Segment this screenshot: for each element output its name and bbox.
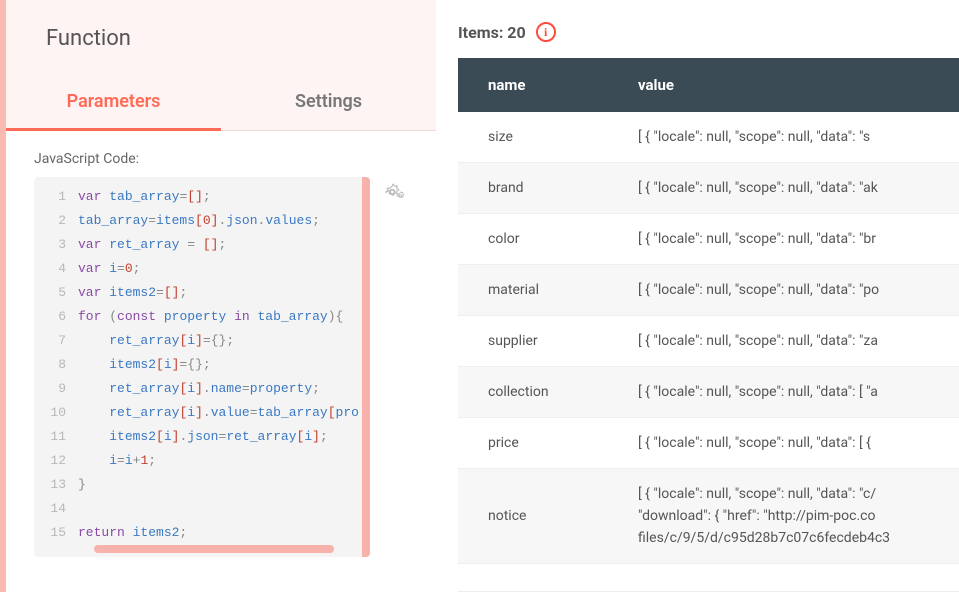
table-row[interactable]: price[ { "locale": null, "scope": null, … bbox=[458, 418, 959, 469]
line-number: 5 bbox=[34, 281, 78, 305]
code-content: var items2=[]; bbox=[78, 281, 187, 305]
code-line: 15return items2; bbox=[34, 521, 362, 545]
code-line: 2tab_array=items[0].json.values; bbox=[34, 209, 362, 233]
line-number: 11 bbox=[34, 425, 78, 449]
code-content: ret_array[i].name=property; bbox=[78, 377, 320, 401]
table-body: size[ { "locale": null, "scope": null, "… bbox=[458, 112, 959, 592]
code-content: items2[i].json=ret_array[i]; bbox=[78, 425, 328, 449]
code-content: tab_array=items[0].json.values; bbox=[78, 209, 320, 233]
code-content: items2[i]={}; bbox=[78, 353, 211, 377]
panel-title: Function bbox=[6, 0, 436, 73]
table-row[interactable]: material[ { "locale": null, "scope": nul… bbox=[458, 265, 959, 316]
code-line: 6for (const property in tab_array){ bbox=[34, 305, 362, 329]
col-header-value[interactable]: value bbox=[628, 58, 959, 112]
code-editor[interactable]: 1var tab_array=[];2tab_array=items[0].js… bbox=[34, 177, 370, 557]
line-number: 7 bbox=[34, 329, 78, 353]
code-line: 13} bbox=[34, 473, 362, 497]
cell-value: [ { "locale": null, "scope": null, "data… bbox=[628, 166, 959, 210]
code-content: return items2; bbox=[78, 521, 187, 545]
code-line: 14 bbox=[34, 497, 362, 521]
line-number: 6 bbox=[34, 305, 78, 329]
table-row[interactable]: color[ { "locale": null, "scope": null, … bbox=[458, 214, 959, 265]
code-line: 8 items2[i]={}; bbox=[34, 353, 362, 377]
cell-name: material bbox=[458, 268, 628, 312]
code-line: 12 i=i+1; bbox=[34, 449, 362, 473]
config-panel: Function Parameters Settings JavaScript … bbox=[6, 0, 436, 592]
cell-name: brand bbox=[458, 166, 628, 210]
code-line: 9 ret_array[i].name=property; bbox=[34, 377, 362, 401]
table-row[interactable]: supplier[ { "locale": null, "scope": nul… bbox=[458, 316, 959, 367]
code-line: 11 items2[i].json=ret_array[i]; bbox=[34, 425, 362, 449]
cell-value: [ { "locale": null, "scope": null, "data… bbox=[628, 421, 959, 465]
cell-value: [ { "locale": null, "scope": null, "data… bbox=[628, 319, 959, 363]
cell-name: supplier bbox=[458, 319, 628, 363]
line-number: 12 bbox=[34, 449, 78, 473]
output-panel: Items: 20 i name value size[ { "locale":… bbox=[436, 0, 959, 592]
col-header-name[interactable]: name bbox=[458, 58, 628, 112]
cell-value: [ { "locale": null, "scope": null, "data… bbox=[628, 217, 959, 261]
tab-parameters[interactable]: Parameters bbox=[6, 73, 221, 130]
code-field-label: JavaScript Code: bbox=[34, 151, 436, 167]
config-tabs: Parameters Settings bbox=[6, 73, 436, 131]
table-row[interactable]: size[ { "locale": null, "scope": null, "… bbox=[458, 112, 959, 163]
code-content: ret_array[i]={}; bbox=[78, 329, 234, 353]
line-number: 14 bbox=[34, 497, 78, 521]
code-line: 7 ret_array[i]={}; bbox=[34, 329, 362, 353]
code-line: 5var items2=[]; bbox=[34, 281, 362, 305]
line-number: 2 bbox=[34, 209, 78, 233]
cell-value: [ { "locale": null, "scope": null, "data… bbox=[628, 370, 959, 414]
code-content: var tab_array=[]; bbox=[78, 185, 211, 209]
cell-name: notice bbox=[458, 494, 628, 538]
table-row[interactable]: notice[ { "locale": null, "scope": null,… bbox=[458, 469, 959, 564]
line-number: 4 bbox=[34, 257, 78, 281]
cell-value: [ { "locale": null, "scope": null, "data… bbox=[628, 469, 959, 563]
cell-name: collection bbox=[458, 370, 628, 414]
code-line: 3var ret_array = []; bbox=[34, 233, 362, 257]
cell-value: [ { "locale": null, "scope": null, "data… bbox=[628, 115, 959, 159]
code-content: var i=0; bbox=[78, 257, 140, 281]
table-row[interactable]: collection[ { "locale": null, "scope": n… bbox=[458, 367, 959, 418]
line-number: 10 bbox=[34, 401, 78, 425]
table-row[interactable]: brand[ { "locale": null, "scope": null, … bbox=[458, 163, 959, 214]
code-content: ret_array[i].value=tab_array[pro bbox=[78, 401, 359, 425]
line-number: 8 bbox=[34, 353, 78, 377]
cell-name: color bbox=[458, 217, 628, 261]
gears-icon[interactable] bbox=[384, 183, 406, 201]
line-number: 9 bbox=[34, 377, 78, 401]
line-number: 3 bbox=[34, 233, 78, 257]
code-content: i=i+1; bbox=[78, 449, 156, 473]
code-line: 4var i=0; bbox=[34, 257, 362, 281]
line-number: 15 bbox=[34, 521, 78, 545]
code-content: for (const property in tab_array){ bbox=[78, 305, 343, 329]
items-count: 20 bbox=[507, 23, 525, 42]
code-content: var ret_array = []; bbox=[78, 233, 226, 257]
alert-icon[interactable]: i bbox=[536, 22, 556, 42]
horizontal-scrollbar[interactable] bbox=[94, 545, 334, 553]
cell-value: [ { "locale": null, "scope": null, "data… bbox=[628, 268, 959, 312]
items-label: Items: bbox=[458, 23, 503, 42]
tab-settings[interactable]: Settings bbox=[221, 73, 436, 130]
line-number: 1 bbox=[34, 185, 78, 209]
cell-name: price bbox=[458, 421, 628, 465]
line-number: 13 bbox=[34, 473, 78, 497]
table-header: name value bbox=[458, 58, 959, 112]
code-content: } bbox=[78, 473, 86, 497]
cell-name: size bbox=[458, 115, 628, 159]
items-header: Items: 20 i bbox=[458, 22, 959, 58]
code-line: 10 ret_array[i].value=tab_array[pro bbox=[34, 401, 362, 425]
code-line: 1var tab_array=[]; bbox=[34, 185, 362, 209]
